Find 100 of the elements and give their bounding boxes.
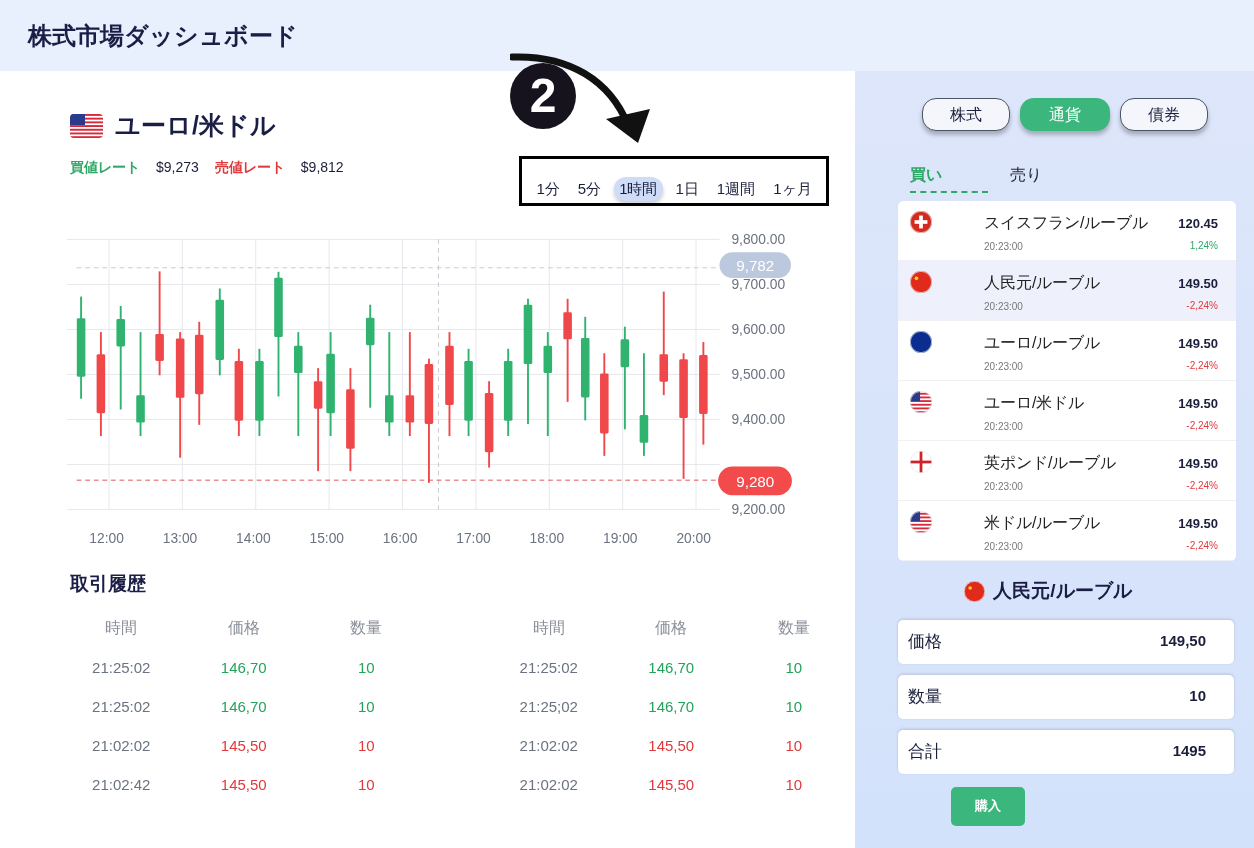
- pair-price: 149.50: [1178, 515, 1218, 533]
- column-header: 時間: [532, 618, 565, 638]
- pair-name: ユーロ/ルーブル: [984, 333, 1102, 353]
- table-cell-text: 10: [357, 736, 375, 757]
- table-cell-text: 10: [357, 697, 375, 718]
- timeframe-tab[interactable]: 1日: [670, 176, 704, 201]
- timeframe-tab[interactable]: 5分: [572, 176, 607, 201]
- table-cell-text: 145,50: [220, 775, 267, 796]
- order-field[interactable]: 価格 149,50: [898, 619, 1234, 664]
- pair-name: スイスフラン/ルーブル: [984, 213, 1150, 233]
- field-value: 10: [1189, 686, 1206, 707]
- table-cell-text: 146,70: [648, 658, 695, 679]
- pair-change: -2,24%: [1186, 538, 1218, 553]
- pair-time: 20:23:00: [984, 240, 1024, 254]
- pair-row[interactable]: 人民元/ルーブル 20:23:00 149.50 -2,24%: [898, 261, 1236, 321]
- flag-icon: [910, 331, 932, 353]
- bid-value: $9,273: [156, 157, 199, 177]
- flag-icon: [964, 580, 986, 602]
- flag-icon: [910, 211, 932, 233]
- y-axis-label: 9,600.00: [731, 321, 786, 337]
- y-axis-label: 9,400.00: [731, 411, 786, 427]
- table-cell-text: 10: [785, 658, 803, 679]
- timeframe-tab[interactable]: 1ヶ月: [768, 176, 817, 201]
- bid-label: 買値レート: [70, 157, 140, 177]
- table-cell-text: 145,50: [648, 775, 695, 796]
- order-title: 人民元/ルーブル: [993, 579, 1132, 603]
- pair-name: 英ポンド/ルーブル: [984, 453, 1118, 473]
- table-cell-text: 10: [785, 775, 803, 796]
- table-cell-text: 146,70: [648, 697, 695, 718]
- market-tab[interactable]: 株式: [922, 98, 1010, 131]
- column-header: 時間: [105, 618, 138, 638]
- pair-price: 149.50: [1178, 335, 1218, 353]
- flag-icon: [910, 511, 932, 533]
- market-tab[interactable]: 債券: [1120, 98, 1208, 131]
- side-tab[interactable]: 売り: [1010, 163, 1088, 193]
- table-cell-text: 10: [785, 736, 803, 757]
- pair-time: 20:23:00: [984, 300, 1024, 314]
- pair-change: -2,24%: [1186, 418, 1218, 433]
- x-axis-label: 12:00: [89, 530, 124, 546]
- step-number: 2: [510, 63, 576, 129]
- y-axis-label: 9,200.00: [731, 501, 786, 517]
- pair-price: 120.45: [1178, 215, 1218, 233]
- table-cell-text: 21:02:02: [519, 775, 578, 796]
- pair-row[interactable]: スイスフラン/ルーブル 20:23:00 120.45 1,24%: [898, 201, 1236, 261]
- x-axis-label: 14:00: [236, 530, 271, 546]
- x-axis-label: 17:00: [456, 530, 491, 546]
- table-cell-text: 146,70: [220, 658, 267, 679]
- pair-name: ユーロ/米ドル: [984, 393, 1086, 413]
- table-cell-text: 21:02:02: [519, 736, 578, 757]
- table-cell-text: 146,70: [220, 697, 267, 718]
- price-marker: 9,280: [718, 466, 792, 495]
- table-cell-text: 21:25;02: [519, 697, 578, 718]
- instrument-title: ユーロ/米ドル: [115, 110, 276, 141]
- table-cell-text: 21:02:02: [92, 736, 151, 757]
- table-cell-text: 10: [357, 658, 375, 679]
- flag-icon: [910, 391, 932, 413]
- order-field[interactable]: 合計 1495: [898, 729, 1234, 774]
- pair-price: 149.50: [1178, 395, 1218, 413]
- table-cell-text: 10: [785, 697, 803, 718]
- table-cell-text: 21:25:02: [92, 697, 151, 718]
- table-cell-text: 21:25:02: [92, 658, 151, 679]
- x-axis-label: 13:00: [162, 530, 198, 546]
- timeframe-tab[interactable]: 1時間: [614, 176, 663, 201]
- pair-name: 人民元/ルーブル: [984, 273, 1102, 293]
- timeframe-tab[interactable]: 1週間: [711, 176, 761, 201]
- order-field[interactable]: 数量 10: [898, 674, 1234, 719]
- table-cell-text: 21:02:42: [92, 775, 151, 796]
- pair-time: 20:23:00: [984, 360, 1024, 374]
- field-label: 合計: [908, 740, 942, 763]
- field-label: 価格: [908, 630, 942, 653]
- pair-change: 1,24%: [1189, 238, 1218, 253]
- pair-price: 149.50: [1178, 455, 1218, 473]
- flag-icon: [910, 451, 932, 473]
- column-header: 価格: [655, 618, 688, 638]
- pair-change: -2,24%: [1186, 298, 1218, 313]
- pair-time: 20:23:00: [984, 420, 1024, 434]
- y-axis-label: 9,700.00: [731, 276, 786, 292]
- flag-icon: [910, 271, 932, 293]
- table-cell-text: 10: [357, 775, 375, 796]
- pair-change: -2,24%: [1186, 358, 1218, 373]
- column-header: 価格: [227, 618, 260, 638]
- pair-time: 20:23:00: [984, 540, 1024, 554]
- section-title: 取引履歴: [70, 571, 147, 596]
- pair-price: 149.50: [1178, 275, 1218, 293]
- ask-label: 売値レート: [214, 157, 285, 177]
- x-axis-label: 15:00: [309, 530, 344, 546]
- table-cell-text: 145,50: [648, 736, 695, 757]
- x-axis-label: 16:00: [382, 530, 418, 546]
- y-axis-label: 9,800.00: [731, 231, 786, 247]
- pair-time: 20:23:00: [984, 480, 1024, 494]
- timeframe-tab[interactable]: 1分: [531, 176, 565, 201]
- field-value: 1495: [1172, 741, 1206, 762]
- field-value: 149,50: [1160, 631, 1206, 652]
- price-marker: 9,782: [719, 251, 791, 278]
- table-cell-text: 21:25:02: [519, 658, 578, 679]
- column-header: 数量: [777, 618, 810, 638]
- pair-change: -2,24%: [1186, 478, 1218, 493]
- column-header: 数量: [350, 618, 383, 638]
- x-axis-label: 18:00: [529, 530, 565, 546]
- field-label: 数量: [908, 685, 942, 708]
